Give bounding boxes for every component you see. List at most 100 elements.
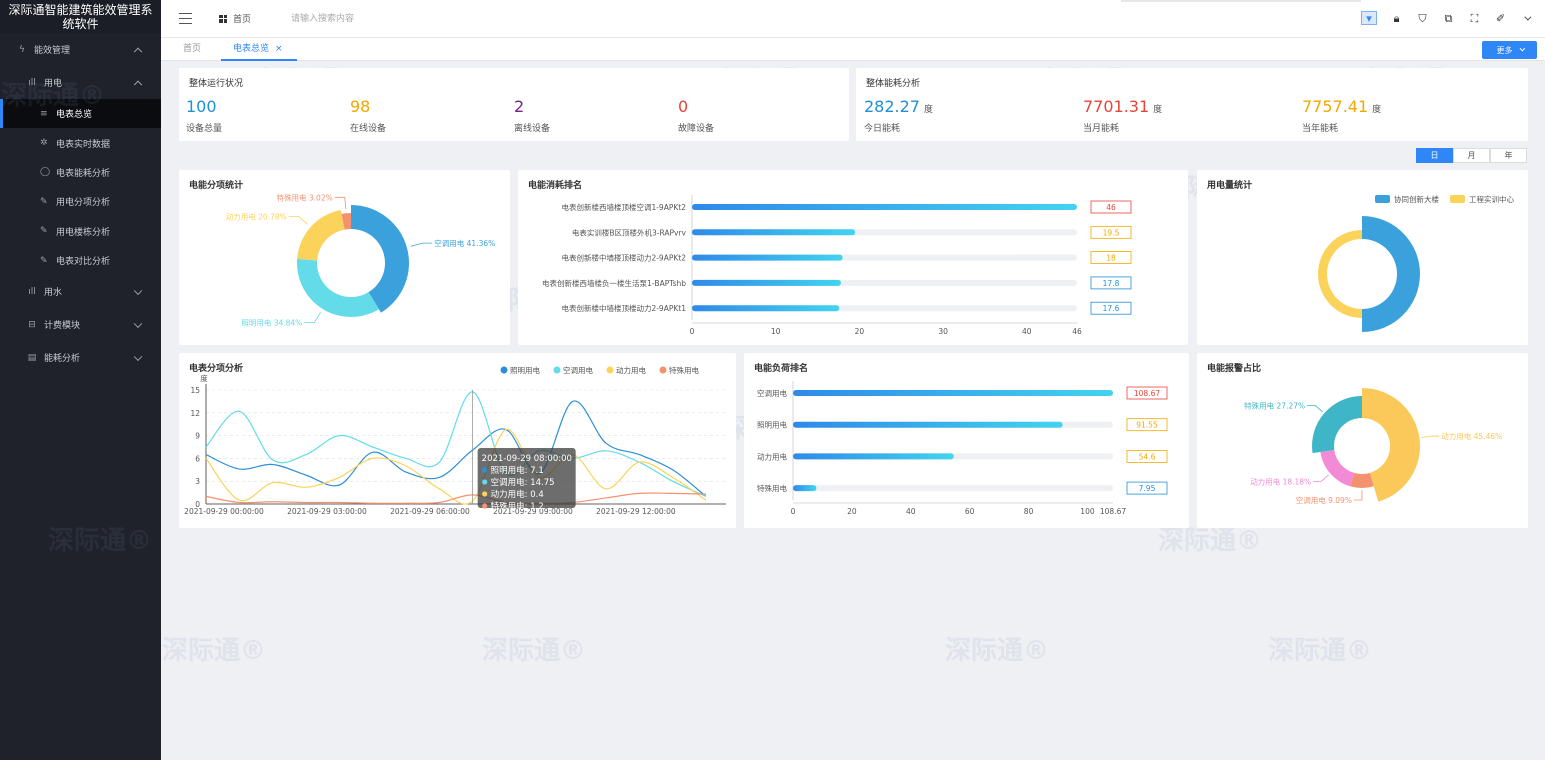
- stat-value: 2: [514, 97, 525, 116]
- wrench-icon: ✎: [40, 255, 48, 266]
- donut-slice: [1318, 230, 1362, 318]
- bar-value-label: 108.67: [1134, 389, 1160, 398]
- legend-label: 照明用电: [510, 365, 540, 375]
- pie-label: 特殊用电 3.02%: [277, 192, 333, 202]
- tabs-bar: 首页 电表总览 × 更多: [161, 38, 1545, 61]
- search-input[interactable]: [291, 9, 491, 29]
- close-icon[interactable]: ×: [275, 44, 283, 54]
- sidebar-item-meter-realtime[interactable]: ✲ 电表实时数据: [0, 128, 161, 157]
- stat-fault-devices: 0 故障设备: [678, 98, 714, 135]
- bar-category-label: 电表创新楼西墙楼负一楼生活泵1-BAPTshb: [542, 278, 686, 288]
- sidebar-item-building-analysis[interactable]: ✎ 用电楼栋分析: [0, 217, 161, 246]
- legend-label: 工程实训中心: [1469, 194, 1514, 204]
- legend-dot: [659, 366, 667, 374]
- chevron-down-icon: [1519, 45, 1525, 52]
- stat-label: 离线设备: [514, 124, 551, 134]
- translate-icon[interactable]: ⧉: [1442, 12, 1455, 25]
- pie-slice: [297, 258, 379, 317]
- app-title: 深际通智能建筑能效管理系统软件: [0, 0, 161, 33]
- legend-label: 协同创新大楼: [1394, 194, 1439, 204]
- menu-toggle-icon[interactable]: [179, 13, 192, 24]
- watermark: 深际通®: [162, 636, 267, 666]
- period-day-button[interactable]: 日: [1416, 148, 1453, 163]
- chevron-down-icon: [133, 352, 143, 361]
- chevron-down-icon[interactable]: [1520, 12, 1533, 25]
- bar-category-label: 电表实训楼B区顶楼外机3-RAPvrv: [572, 227, 687, 237]
- usage-donut-chart: 协同创新大楼 工程实训中心: [1318, 194, 1514, 332]
- bolt-icon: ϟ: [19, 44, 25, 55]
- subitem-line-card: 电表分项分析 0 3 6 9 12 15 度 2021-09-29 00:00:00 2021-…: [179, 353, 736, 528]
- sidebar-item-label: 电表能耗分析: [56, 168, 111, 179]
- stat-total-devices: 100 设备总量: [186, 98, 223, 135]
- sidebar-item-label: 用电楼栋分析: [56, 227, 111, 238]
- screen-icon[interactable]: ▾: [1361, 11, 1377, 25]
- subitem-pie-chart: 空调用电 41.36% 照明用电 34.84% 动力用电 20.78% 特殊用电 3.…: [226, 192, 496, 328]
- sidebar-group-billing[interactable]: ⊟ 计费模块: [0, 308, 161, 341]
- energy-card: 整体能耗分析 282.27 度 今日能耗 7701.31 度 当月能耗 7757.4…: [856, 68, 1528, 141]
- stat-online-devices: 98 在线设备: [350, 98, 386, 135]
- x-tick-label: 108.67: [1100, 507, 1126, 516]
- x-tick-label: 20: [847, 507, 857, 516]
- fullscreen-icon[interactable]: ⛶: [1468, 12, 1481, 25]
- consumption-ranking-card: 电能消耗排名 电表创新楼西墙楼顶楼空调1-9APKt2 46 电表实训楼B区顶楼外机…: [518, 170, 1188, 345]
- x-tick-label: 30: [938, 327, 948, 336]
- watermark: 深际通®: [945, 636, 1050, 666]
- tooltip-row: 特殊用电: 1.2: [491, 501, 544, 512]
- stat-label: 今日能耗: [864, 124, 901, 134]
- line-series: [205, 492, 707, 504]
- bar: [692, 229, 856, 236]
- tab-meter-overview[interactable]: 电表总览 ×: [221, 38, 297, 61]
- card-title: 电能消耗排名: [528, 181, 583, 191]
- chevron-up-icon: [133, 80, 143, 89]
- lock-icon[interactable]: 🔒︎: [1390, 12, 1403, 25]
- sidebar-group-label: 用水: [44, 288, 63, 299]
- pie-label: 动力用电 20.78%: [226, 211, 287, 221]
- x-tick-label: 40: [1022, 327, 1032, 336]
- alarm-slice: [1312, 396, 1362, 454]
- sidebar-item-compare-analysis[interactable]: ✎ 电表对比分析: [0, 246, 161, 275]
- x-tick-label: 2021-09-29 12:00:00: [596, 507, 676, 516]
- tab-home[interactable]: 首页: [183, 38, 201, 61]
- bar-category-label: 特殊用电: [757, 483, 787, 493]
- breadcrumb[interactable]: 首页: [219, 12, 251, 25]
- period-year-button[interactable]: 年: [1490, 148, 1527, 163]
- pie-leader-line: [410, 242, 433, 247]
- sidebar-group-efficiency[interactable]: ϟ 能效管理: [0, 33, 161, 66]
- list-icon: ≡: [40, 108, 48, 119]
- grid-icon: [219, 14, 227, 23]
- y-tick-label: 6: [195, 454, 200, 463]
- card-title: 用电量统计: [1207, 181, 1253, 191]
- legend-swatch: [1375, 195, 1390, 203]
- legend-swatch: [1450, 195, 1465, 203]
- legend-dot: [500, 366, 508, 374]
- sidebar-group-energy-analysis[interactable]: ▤ 能耗分析: [0, 341, 161, 374]
- period-month-button[interactable]: 月: [1453, 148, 1490, 163]
- sidebar-item-meter-overview[interactable]: ≡ 电表总览: [0, 99, 161, 129]
- stat-value: 7701.31: [1083, 97, 1150, 116]
- sidebar-group-electricity[interactable]: ıll 用电: [0, 66, 161, 99]
- pie-label: 照明用电 34.84%: [241, 318, 302, 328]
- sidebar: 深际通智能建筑能效管理系统软件 ϟ 能效管理 ıll 用电 ≡ 电表总览 ✲ 电…: [0, 0, 161, 760]
- brush-icon[interactable]: ✐: [1494, 12, 1507, 25]
- card-title: 整体运行状况: [189, 79, 244, 89]
- tooltip-row: 空调用电: 14.75: [491, 477, 555, 488]
- stat-label: 设备总量: [186, 124, 223, 134]
- sidebar-group-label: 能效管理: [34, 46, 71, 56]
- sidebar-group-water[interactable]: ıll 用水: [0, 275, 161, 308]
- chevron-down-icon: [133, 319, 143, 328]
- x-tick-label: 60: [965, 507, 975, 516]
- alarm-label: 动力用电 18.18%: [1250, 476, 1311, 486]
- tooltip-dot: [482, 491, 488, 497]
- y-tick-label: 15: [190, 386, 200, 395]
- tooltip-dot: [482, 467, 488, 473]
- more-button[interactable]: 更多: [1482, 41, 1537, 59]
- tooltip-row: 动力用电: 0.4: [491, 489, 544, 500]
- shirt-icon[interactable]: ⛉: [1416, 12, 1429, 25]
- bar-value-label: 7.95: [1139, 484, 1156, 493]
- alarm-leader-line: [1421, 435, 1440, 438]
- sidebar-item-subitem-analysis[interactable]: ✎ 用电分项分析: [0, 187, 161, 216]
- alarm-slice: [1350, 472, 1374, 488]
- sidebar-item-meter-consumption[interactable]: ◯ 电表能耗分析: [0, 158, 161, 187]
- alarm-label: 特殊用电 27.27%: [1244, 400, 1305, 410]
- bar: [692, 305, 840, 312]
